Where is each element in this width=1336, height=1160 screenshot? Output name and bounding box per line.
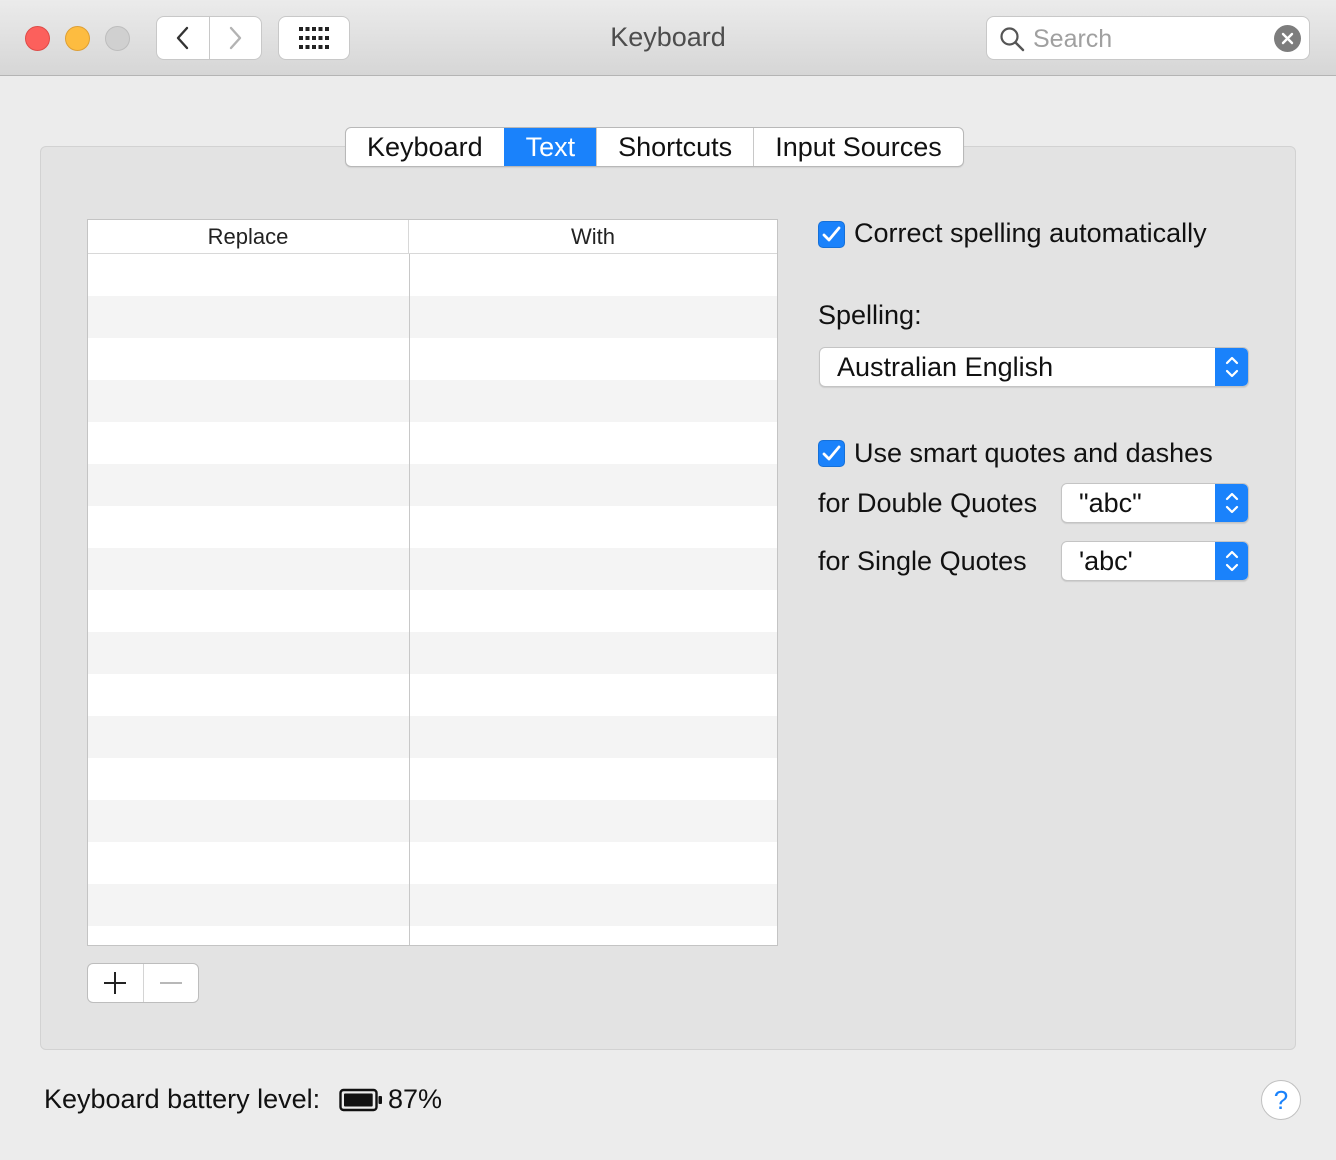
- table-row: [88, 758, 777, 800]
- search-field[interactable]: [986, 16, 1310, 60]
- correct-spelling-checkbox[interactable]: [818, 221, 845, 248]
- column-header-with[interactable]: With: [409, 220, 777, 253]
- column-divider: [409, 254, 410, 945]
- table-row: [88, 800, 777, 842]
- single-quotes-label: for Single Quotes: [818, 546, 1027, 576]
- tab-bar: Keyboard Text Shortcuts Input Sources: [345, 127, 964, 167]
- checkmark-icon: [822, 226, 841, 242]
- battery-percent: 87%: [388, 1084, 443, 1114]
- table-row: [88, 632, 777, 674]
- column-header-replace[interactable]: Replace: [88, 220, 409, 253]
- clear-search-button[interactable]: [1274, 25, 1301, 52]
- table-row: [88, 338, 777, 380]
- spelling-language-popup[interactable]: Australian English: [819, 347, 1249, 387]
- search-input[interactable]: [1033, 23, 1253, 55]
- add-button[interactable]: [88, 964, 143, 1002]
- single-quotes-value: 'abc': [1079, 546, 1133, 576]
- table-header: Replace With: [88, 220, 777, 254]
- table-row: [88, 464, 777, 506]
- close-icon: [1281, 32, 1294, 45]
- title-bar: Keyboard: [0, 0, 1336, 76]
- table-row: [88, 254, 777, 296]
- updown-arrows-icon: [1215, 484, 1248, 522]
- table-row: [88, 548, 777, 590]
- help-button[interactable]: ?: [1261, 1080, 1301, 1120]
- plus-icon: [104, 972, 127, 994]
- table-row: [88, 884, 777, 926]
- add-remove-control: [87, 963, 199, 1003]
- table-row: [88, 296, 777, 338]
- table-row: [88, 716, 777, 758]
- text-replacement-table[interactable]: Replace With: [87, 219, 778, 946]
- updown-arrows-icon: [1215, 348, 1248, 386]
- table-row: [88, 422, 777, 464]
- battery-level-label: Keyboard battery level:: [44, 1084, 321, 1114]
- table-row: [88, 674, 777, 716]
- smart-quotes-checkbox[interactable]: [818, 440, 845, 467]
- table-row: [88, 380, 777, 422]
- remove-button[interactable]: [142, 964, 198, 1002]
- double-quotes-popup[interactable]: "abc": [1061, 483, 1249, 523]
- search-icon: [1000, 27, 1025, 52]
- table-row: [88, 842, 777, 884]
- tab-text[interactable]: Text: [503, 128, 597, 166]
- checkmark-icon: [822, 445, 841, 461]
- single-quotes-popup[interactable]: 'abc': [1061, 541, 1249, 581]
- tab-shortcuts[interactable]: Shortcuts: [596, 128, 753, 166]
- table-row: [88, 590, 777, 632]
- spelling-language-value: Australian English: [837, 352, 1054, 382]
- table-body[interactable]: [88, 254, 777, 945]
- tab-input-sources[interactable]: Input Sources: [753, 128, 963, 166]
- table-row: [88, 506, 777, 548]
- correct-spelling-label[interactable]: Correct spelling automatically: [854, 218, 1207, 249]
- updown-arrows-icon: [1215, 542, 1248, 580]
- spelling-label: Spelling:: [818, 300, 922, 330]
- double-quotes-value: "abc": [1079, 488, 1142, 518]
- tab-keyboard[interactable]: Keyboard: [346, 128, 504, 166]
- battery-icon: [339, 1088, 382, 1112]
- minus-icon: [159, 982, 182, 984]
- double-quotes-label: for Double Quotes: [818, 488, 1038, 518]
- table-row: [88, 926, 777, 945]
- smart-quotes-label[interactable]: Use smart quotes and dashes: [854, 438, 1213, 469]
